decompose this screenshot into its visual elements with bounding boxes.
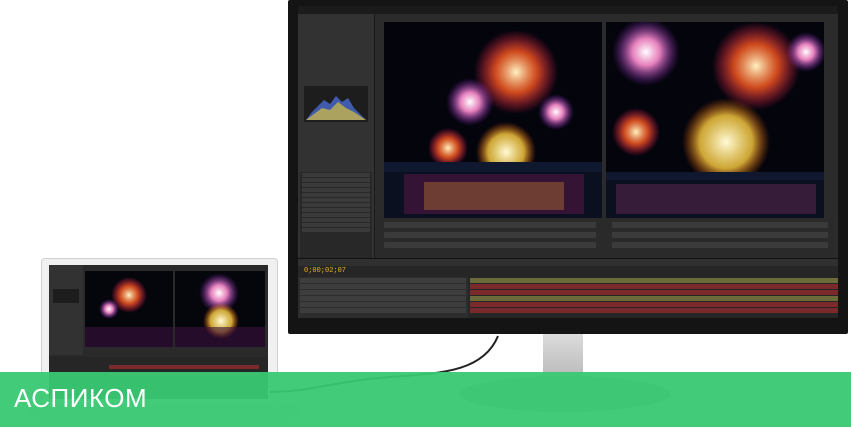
timecode-display: 0;00;02;07: [304, 267, 347, 275]
composition-viewer-right[interactable]: [606, 22, 824, 218]
composition-viewer-left[interactable]: [384, 22, 602, 218]
timeline-tab-bar: [298, 259, 838, 266]
histogram-graph: [306, 96, 366, 120]
left-panel: [298, 14, 375, 262]
fireworks-image-right: [606, 22, 824, 218]
app-title-bar: [298, 6, 838, 14]
viewer-controls-left: [376, 218, 604, 254]
timeline-tracks: [470, 277, 838, 318]
fireworks-image-left: [384, 22, 602, 218]
histogram: [304, 86, 368, 122]
viewer-controls-right: [604, 218, 836, 254]
brand-banner-text: АСПИКОМ: [14, 383, 148, 413]
timeline-panel: 0;00;02;07: [298, 258, 838, 318]
monitor-screen: 0;00;02;07: [298, 6, 838, 318]
effects-panel: [300, 172, 372, 262]
layer-list: [298, 277, 468, 318]
